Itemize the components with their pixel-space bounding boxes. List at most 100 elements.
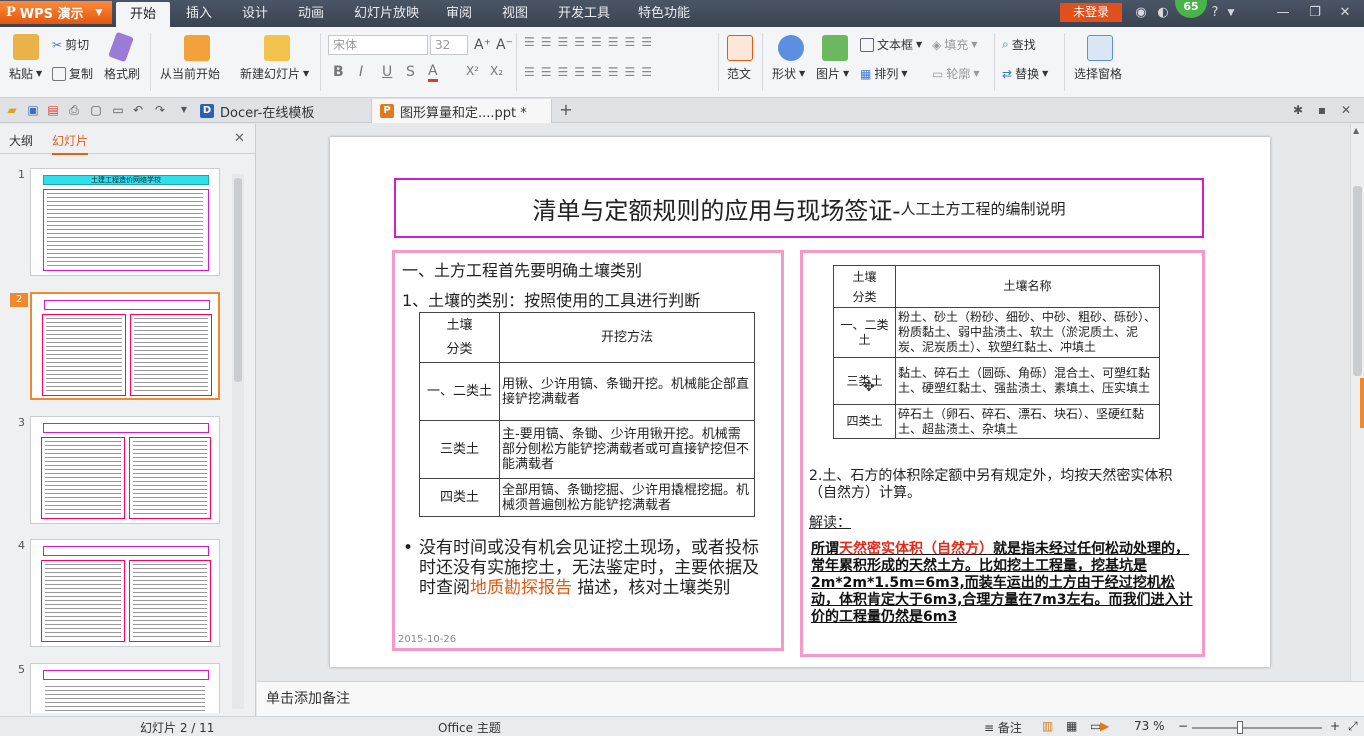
share-icon[interactable]: ◐: [1154, 4, 1172, 22]
zoom-slider-handle[interactable]: [1237, 721, 1243, 734]
underline-icon[interactable]: U: [382, 64, 392, 80]
undo-icon[interactable]: ↶: [130, 102, 146, 118]
slide-thumbnail-5[interactable]: [30, 663, 220, 713]
redo-icon[interactable]: ↷: [152, 102, 168, 118]
copy-button[interactable]: 复制: [52, 65, 93, 82]
menu-review[interactable]: 审阅: [432, 0, 486, 27]
close-icon[interactable]: ✕: [1336, 4, 1354, 22]
zoom-slider[interactable]: [1192, 727, 1322, 729]
zoom-out-icon[interactable]: −: [1178, 719, 1188, 733]
login-button[interactable]: 未登录: [1060, 3, 1122, 22]
left-content-box[interactable]: 一、土方工程首先要明确土壤类别 1、土壤的类别：按照使用的工具进行判断 土壤 分类…: [392, 250, 784, 651]
normal-view-icon[interactable]: ▥: [1042, 719, 1053, 733]
shape-icon[interactable]: [778, 35, 804, 61]
template-icon[interactable]: [727, 35, 753, 61]
customize-dropdown-icon[interactable]: ▼: [176, 102, 192, 118]
row-name: 碎石土（卵石、碎石、漂石、块石）、坚硬红黏土、超盐渍土、杂填土: [895, 404, 1160, 439]
font-color-icon[interactable]: A: [428, 63, 438, 82]
slide-thumbnail-1[interactable]: 土建工程造价网络学校: [30, 168, 220, 276]
app-menu-button[interactable]: P WPS 演示 ▼: [0, 1, 112, 24]
from-current-button[interactable]: 从当前开始: [160, 65, 220, 82]
preview-icon[interactable]: ▭: [110, 102, 126, 118]
chevron-down-icon[interactable]: ▼: [1222, 4, 1240, 22]
picture-icon[interactable]: [822, 35, 848, 61]
notification-badge[interactable]: 65: [1175, 0, 1207, 18]
arrange-button[interactable]: ▦ 排列 ▼: [860, 65, 908, 82]
paragraph-tools-row2[interactable]: ☰☰☰☰☰☰☰☰: [524, 65, 658, 79]
menu-design[interactable]: 设计: [228, 0, 282, 27]
font-name-select[interactable]: 宋体: [328, 35, 428, 55]
close-icon[interactable]: ✕: [234, 131, 245, 146]
template-button[interactable]: 范文: [727, 65, 751, 82]
selection-pane-button[interactable]: 选择窗格: [1074, 65, 1122, 82]
shape-button[interactable]: 形状 ▼: [772, 65, 805, 82]
bold-icon[interactable]: B: [333, 64, 344, 80]
outline-button[interactable]: ▭ 轮廓 ▼: [932, 65, 980, 82]
slide-title-box[interactable]: 清单与定额规则的应用与现场签证- 人工土方工程的编制说明: [394, 178, 1204, 238]
skin-icon[interactable]: ◉: [1132, 4, 1150, 22]
subscript-icon[interactable]: X₂: [490, 64, 503, 78]
print-preview-icon[interactable]: ▢: [88, 102, 104, 118]
fit-window-icon[interactable]: ⤢: [1348, 719, 1358, 734]
restore-icon[interactable]: ❐: [1306, 4, 1324, 22]
tab-slides[interactable]: 幻灯片: [52, 132, 89, 155]
paste-icon[interactable]: [13, 34, 39, 60]
menu-animation[interactable]: 动画: [284, 0, 338, 27]
new-slide-icon[interactable]: [264, 35, 290, 61]
scrollbar-thumb[interactable]: [1353, 186, 1362, 376]
cut-button[interactable]: ✂ 剪切: [52, 36, 89, 53]
new-slide-button[interactable]: 新建幻灯片 ▼: [240, 65, 309, 82]
replace-button[interactable]: ⇄ 替换 ▼: [1002, 65, 1048, 82]
export-pdf-icon[interactable]: ▤: [45, 102, 61, 118]
menu-developer[interactable]: 开发工具: [544, 0, 624, 27]
menu-view[interactable]: 视图: [488, 0, 542, 27]
pin-icon[interactable]: ✱: [1290, 102, 1306, 118]
font-size-select[interactable]: 32: [430, 35, 468, 55]
open-folder-icon[interactable]: ▰: [4, 102, 20, 118]
superscript-icon[interactable]: X²: [466, 64, 479, 78]
tab-close-icon[interactable]: ✕: [1338, 102, 1354, 118]
slide-thumbnail-4[interactable]: [30, 539, 220, 647]
notes-area[interactable]: 单击添加备注: [257, 681, 1364, 716]
tab-outline[interactable]: 大纲: [9, 132, 33, 149]
slideshow-icon[interactable]: ▶: [1100, 719, 1109, 733]
shrink-font-icon[interactable]: A⁻: [496, 37, 513, 53]
ribbon-separator: [994, 33, 995, 91]
right-content-box[interactable]: 土壤 分类 土壤名称 一、二类土 粉土、砂土（粉砂、细砂、中砂、粗砂、砾砂）、粉质…: [800, 250, 1205, 657]
zoom-in-icon[interactable]: +: [1330, 719, 1340, 733]
selection-pane-icon[interactable]: [1087, 35, 1113, 61]
menu-slideshow[interactable]: 幻灯片放映: [340, 0, 433, 27]
grow-font-icon[interactable]: A⁺: [474, 37, 491, 53]
slide-sorter-icon[interactable]: ▦: [1066, 719, 1077, 733]
thumbnail-scrollbar[interactable]: [232, 174, 244, 709]
tab-ppt-document[interactable]: P 图形算量和定....ppt *: [372, 99, 552, 123]
thumb-text-lines: [46, 318, 122, 392]
notes-toggle-button[interactable]: ≡ 备注: [984, 719, 1022, 736]
shadow-icon[interactable]: S: [406, 64, 415, 80]
tab-docer-templates[interactable]: D Docer-在线模板: [192, 99, 372, 123]
minimize-icon[interactable]: —: [1274, 4, 1292, 22]
format-painter-button[interactable]: 格式刷: [104, 65, 140, 82]
save-icon[interactable]: ▣: [25, 102, 41, 118]
italic-icon[interactable]: I: [359, 64, 363, 80]
menu-features[interactable]: 特色功能: [624, 0, 704, 27]
format-painter-icon[interactable]: [108, 31, 134, 63]
paste-button[interactable]: 粘贴 ▼: [9, 65, 42, 82]
new-tab-icon[interactable]: +: [558, 102, 574, 118]
slide-thumbnail-2[interactable]: [30, 292, 220, 400]
scroll-up-icon[interactable]: ▲: [1353, 126, 1359, 135]
fill-button[interactable]: ◈ 填充 ▼: [932, 36, 977, 53]
print-icon[interactable]: ⎙: [66, 102, 82, 118]
picture-button[interactable]: 图片 ▼: [816, 65, 849, 82]
textbox-button[interactable]: 文本框 ▼: [860, 36, 922, 53]
paragraph-tools-row1[interactable]: ☰☰☰☰☰☰☰☰: [524, 35, 658, 49]
slide-thumbnail-3[interactable]: [30, 416, 220, 524]
menu-insert[interactable]: 插入: [172, 0, 226, 27]
window-mode-icon[interactable]: ▪: [1314, 102, 1330, 118]
find-button[interactable]: ⌕ 查找: [1002, 36, 1036, 53]
menu-home[interactable]: 开始: [116, 2, 171, 27]
play-from-current-icon[interactable]: [184, 35, 210, 61]
chevron-down-icon: ▼: [36, 69, 43, 78]
scrollbar-thumb[interactable]: [234, 178, 242, 382]
current-slide[interactable]: 清单与定额规则的应用与现场签证- 人工土方工程的编制说明 一、土方工程首先要明确土…: [330, 137, 1270, 667]
